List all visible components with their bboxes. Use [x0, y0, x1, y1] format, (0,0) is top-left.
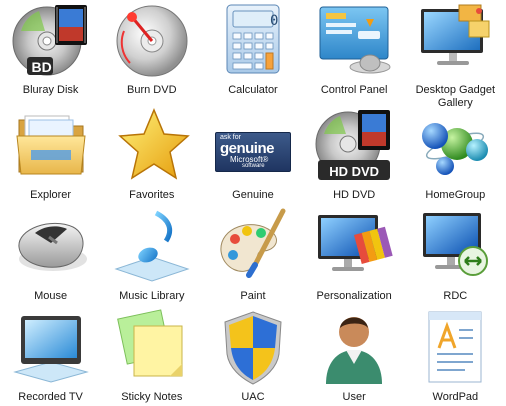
- control-panel-icon: [311, 2, 397, 78]
- icon-tile-rdc[interactable]: RDC: [405, 206, 506, 307]
- icon-label: Sticky Notes: [121, 391, 183, 403]
- icon-tile-explorer[interactable]: Explorer: [0, 105, 101, 206]
- gadget-gallery-icon: [412, 2, 498, 78]
- icon-label: Genuine: [232, 189, 274, 201]
- icon-label: User: [342, 391, 366, 403]
- uac-shield-icon: [210, 309, 296, 385]
- burn-dvd-icon: [109, 2, 195, 78]
- calculator-display-digit: 0: [269, 13, 279, 29]
- paint-palette-icon: [210, 208, 296, 284]
- icon-label: Mouse: [34, 290, 68, 302]
- genuine-badge: ask for genuine Microsoft® software: [214, 132, 291, 172]
- icon-tile-desktop-gadget-gallery[interactable]: Desktop Gadget Gallery: [405, 0, 506, 109]
- hd-dvd-badge: HD DVD: [329, 164, 380, 179]
- personalization-icon: [311, 208, 397, 284]
- icon-tile-wordpad[interactable]: WordPad: [405, 307, 506, 406]
- genuine-line4: software: [241, 163, 265, 169]
- wordpad-icon: [412, 309, 498, 385]
- icon-tile-paint[interactable]: Paint: [202, 206, 303, 307]
- icon-tile-personalization[interactable]: Personalization: [304, 206, 405, 307]
- icon-tile-control-panel[interactable]: Control Panel: [304, 0, 405, 105]
- genuine-icon: ask for genuine Microsoft® software: [210, 107, 296, 183]
- icon-label: Explorer: [30, 189, 72, 201]
- icon-tile-calculator[interactable]: 0 Calculator: [202, 0, 303, 105]
- hd-dvd-icon: HD DVD: [311, 107, 397, 183]
- bluray-disc-icon: BD: [8, 2, 94, 78]
- icon-tile-homegroup[interactable]: HomeGroup: [405, 105, 506, 206]
- icon-label: Music Library: [119, 290, 185, 302]
- icon-tile-genuine[interactable]: ask for genuine Microsoft® software Genu…: [202, 105, 303, 206]
- icon-tile-favorites[interactable]: Favorites: [101, 105, 202, 206]
- mouse-icon: [8, 208, 94, 284]
- icon-label: Personalization: [316, 290, 392, 302]
- icon-tile-bluray-disk[interactable]: BD Bluray Disk: [0, 0, 101, 105]
- icon-label: RDC: [443, 290, 468, 302]
- remote-desktop-icon: [412, 208, 498, 284]
- calculator-icon: 0: [210, 2, 296, 78]
- user-icon: [311, 309, 397, 385]
- folder-icon: [8, 107, 94, 183]
- icon-label: WordPad: [432, 391, 479, 403]
- icon-tile-hd-dvd[interactable]: HD DVD HD DVD: [304, 105, 405, 206]
- icon-tile-sticky-notes[interactable]: Sticky Notes: [101, 307, 202, 406]
- icon-tile-music-library[interactable]: Music Library: [101, 206, 202, 307]
- star-icon: [109, 107, 195, 183]
- music-note-icon: [109, 208, 195, 284]
- icon-tile-recorded-tv[interactable]: Recorded TV: [0, 307, 101, 406]
- icon-label: Paint: [240, 290, 266, 302]
- icon-label: HomeGroup: [425, 189, 486, 201]
- icon-label: Calculator: [228, 84, 278, 96]
- icon-tile-uac[interactable]: UAC: [202, 307, 303, 406]
- recorded-tv-icon: [8, 309, 94, 385]
- icon-label: Control Panel: [320, 84, 388, 96]
- icon-tile-mouse[interactable]: Mouse: [0, 206, 101, 307]
- icon-label: Favorites: [129, 189, 175, 201]
- icon-label: UAC: [241, 391, 265, 403]
- icon-tile-user[interactable]: User: [304, 307, 405, 406]
- icon-label: Burn DVD: [127, 84, 177, 96]
- icon-tile-burn-dvd[interactable]: Burn DVD: [101, 0, 202, 105]
- icon-label: Bluray Disk: [22, 84, 79, 96]
- homegroup-icon: [412, 107, 498, 183]
- bluray-badge: BD: [31, 59, 52, 75]
- icon-label: Recorded TV: [18, 391, 83, 403]
- sticky-notes-icon: [109, 309, 195, 385]
- icon-label: HD DVD: [333, 189, 376, 201]
- icon-grid: BD Bluray Disk Burn DVD 0 Calculator Con…: [0, 0, 506, 406]
